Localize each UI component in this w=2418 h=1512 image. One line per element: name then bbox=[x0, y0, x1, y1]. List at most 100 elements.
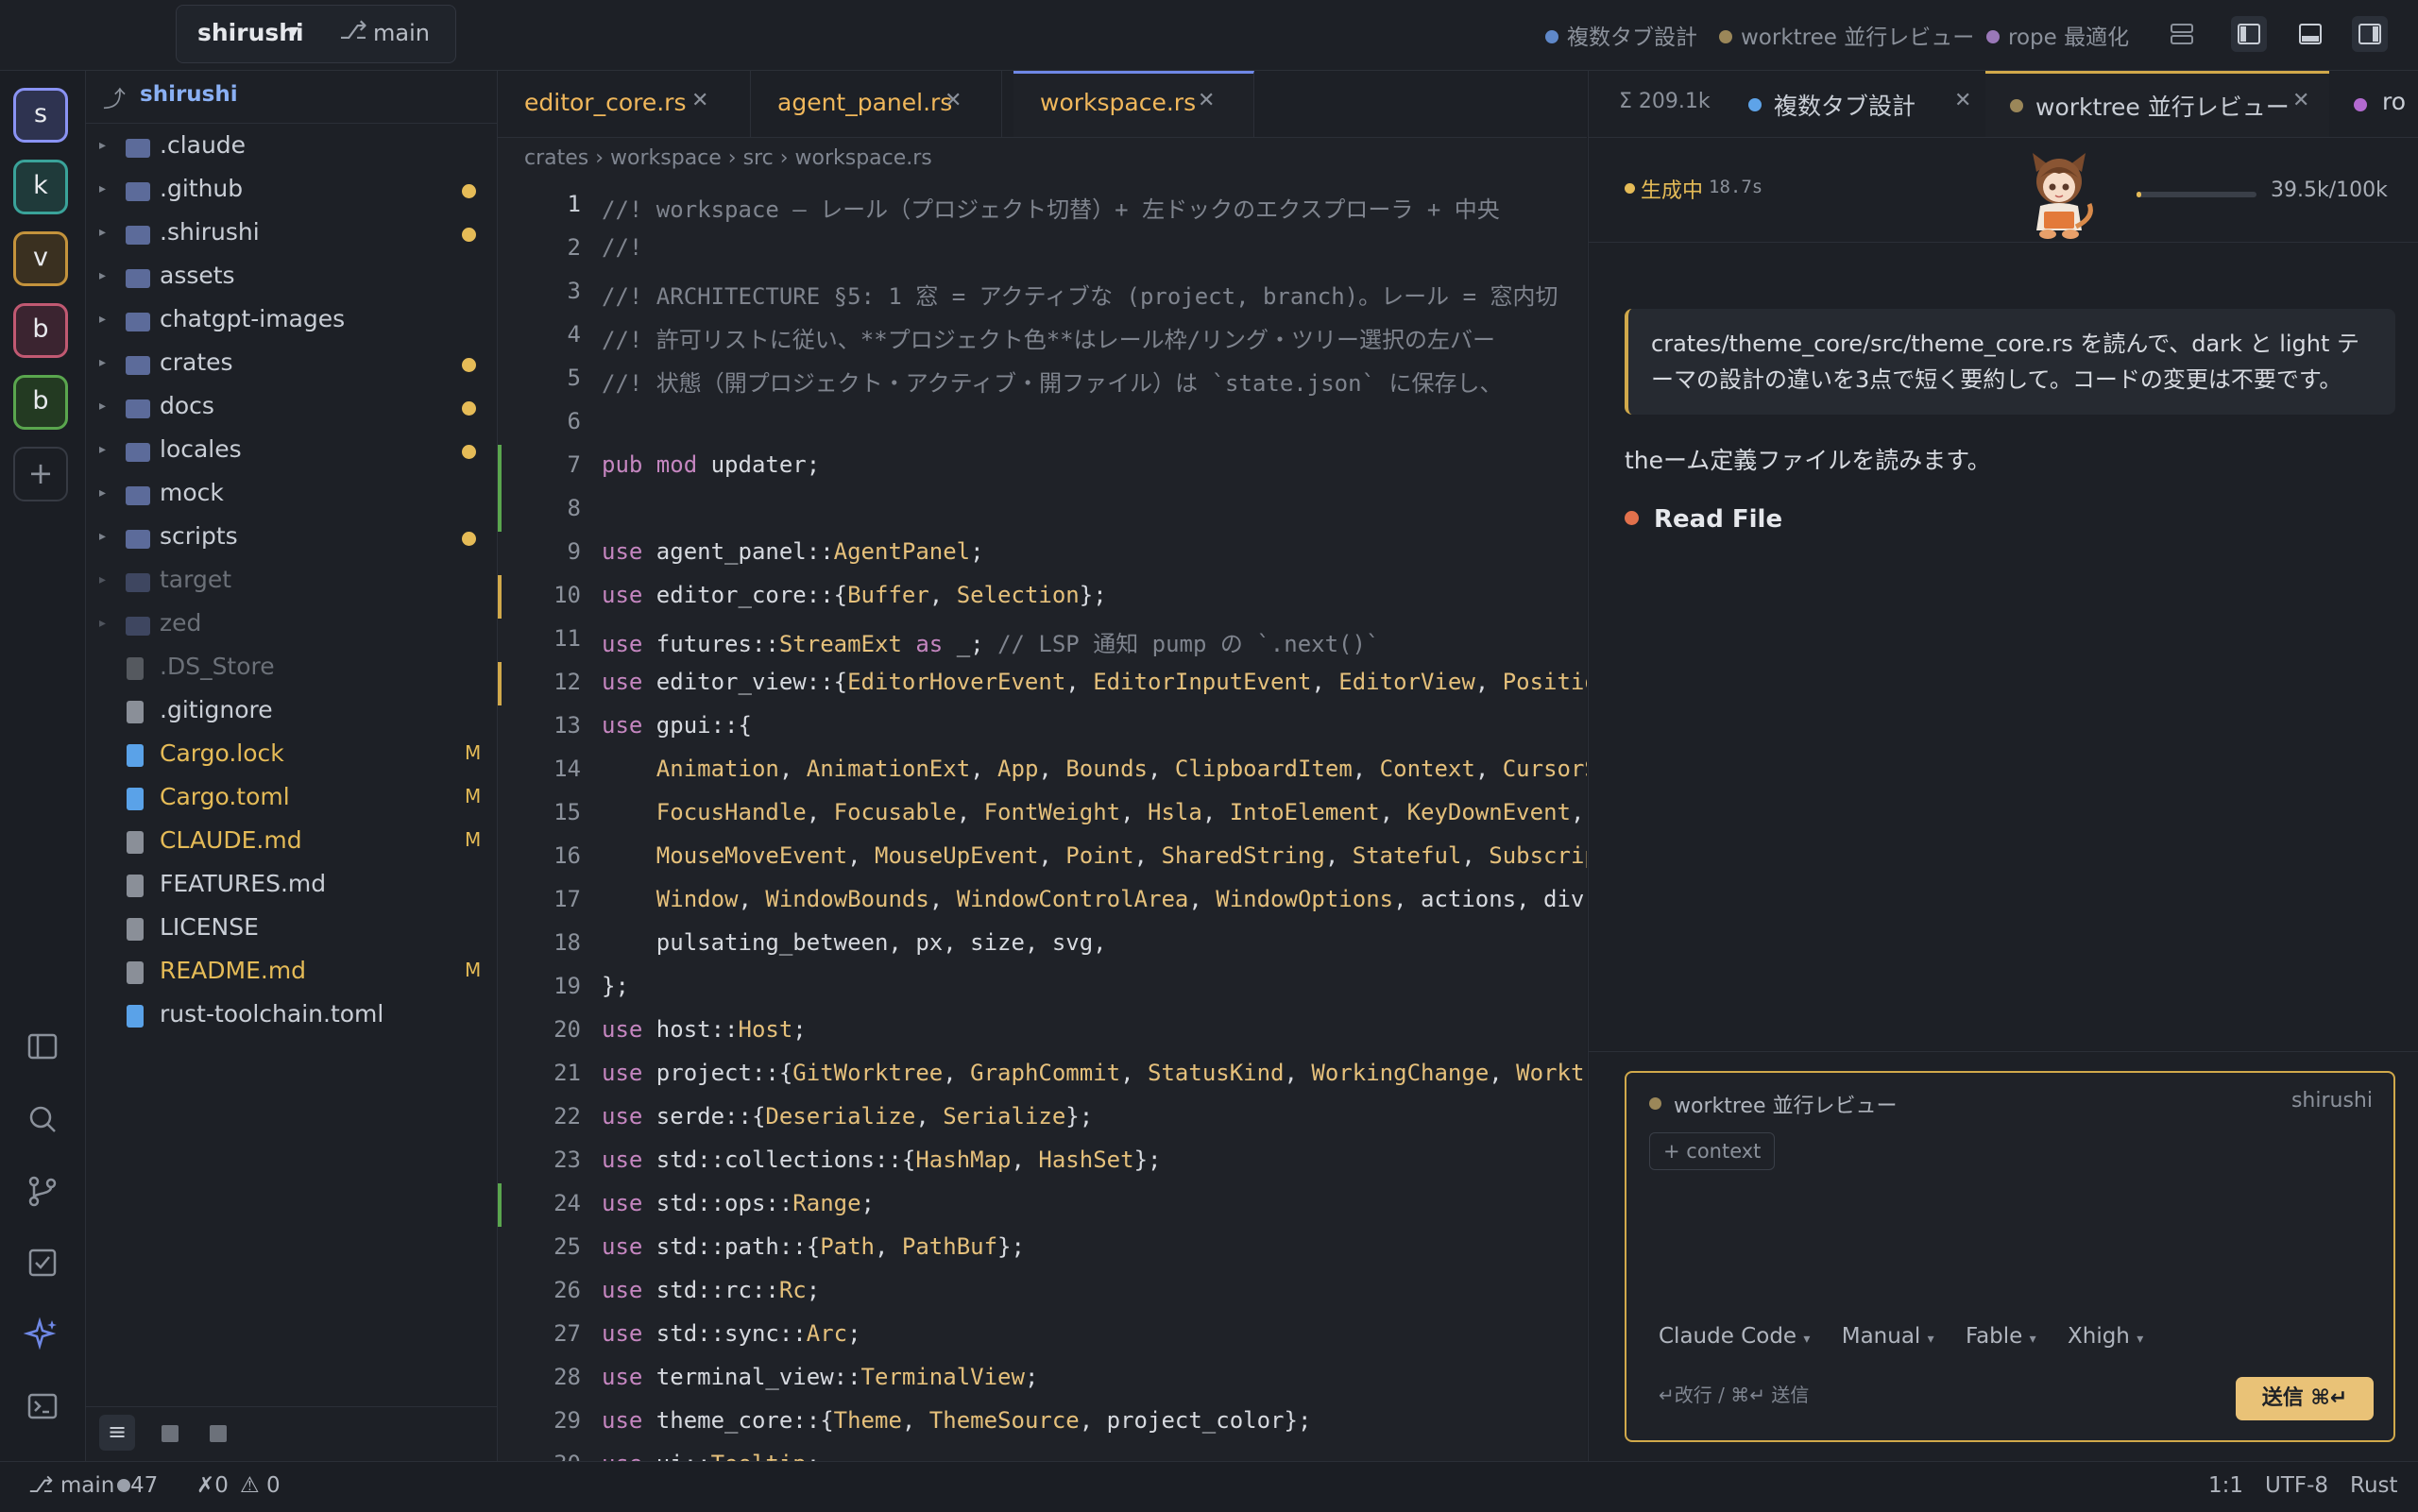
close-icon[interactable]: ✕ bbox=[945, 89, 962, 112]
tree-file[interactable]: .gitignore bbox=[86, 689, 497, 733]
search-icon[interactable] bbox=[24, 1100, 61, 1138]
code-line[interactable]: 18 pulsating_between, px, size, svg, bbox=[498, 923, 1587, 966]
code-line[interactable]: 13 use gpui::{ bbox=[498, 705, 1587, 749]
status-errors[interactable]: ✗0 bbox=[196, 1473, 229, 1498]
tree-file[interactable]: .DS_Store bbox=[86, 646, 497, 689]
chevron-right-icon[interactable]: ▸ bbox=[99, 225, 106, 240]
explorer-root-name[interactable]: shirushi bbox=[140, 82, 238, 107]
code-line[interactable]: 21 use project::{GitWorktree, GraphCommit… bbox=[498, 1053, 1587, 1096]
ai-sparkle-icon[interactable] bbox=[24, 1316, 61, 1353]
agent-tab-multitab[interactable]: 複数タブ設計 ✕ bbox=[1740, 71, 1985, 137]
chevron-down-icon[interactable]: ▾ bbox=[290, 21, 298, 41]
mode-selector[interactable]: Manual ▾ bbox=[1842, 1324, 1934, 1349]
code-line[interactable]: 6 bbox=[498, 401, 1587, 445]
session-chip[interactable]: worktree 並行レビュー bbox=[1719, 19, 1974, 51]
rail-project-b[interactable]: b bbox=[13, 303, 68, 358]
square-view-button[interactable] bbox=[162, 1425, 179, 1442]
project-name[interactable]: shirushi bbox=[197, 19, 304, 46]
code-line[interactable]: 23 use std::collections::{HashMap, HashSe… bbox=[498, 1140, 1587, 1183]
tree-folder[interactable]: ▸ scripts bbox=[86, 516, 497, 559]
prompt-input[interactable] bbox=[1649, 1179, 2373, 1330]
status-changes[interactable]: 47 bbox=[117, 1473, 158, 1498]
file-encoding[interactable]: UTF-8 bbox=[2265, 1473, 2328, 1498]
status-warnings[interactable]: ⚠ 0 bbox=[240, 1473, 281, 1498]
tree-file[interactable]: FEATURES.md bbox=[86, 863, 497, 907]
chevron-right-icon[interactable]: ▸ bbox=[99, 399, 106, 414]
tree-file[interactable]: rust-toolchain.toml bbox=[86, 994, 497, 1037]
tree-folder[interactable]: ▸ zed bbox=[86, 603, 497, 646]
cursor-position[interactable]: 1:1 bbox=[2208, 1473, 2243, 1498]
effort-selector[interactable]: Xhigh ▾ bbox=[2068, 1324, 2143, 1349]
code-line[interactable]: 26 use std::rc::Rc; bbox=[498, 1270, 1587, 1314]
chevron-right-icon[interactable]: ▸ bbox=[99, 616, 106, 631]
code-line[interactable]: 8 bbox=[498, 488, 1587, 532]
code-line[interactable]: 11 use futures::StreamExt as _; // LSP 通知… bbox=[498, 619, 1587, 662]
sidebar-toggle-icon[interactable] bbox=[24, 1028, 61, 1065]
rail-project-k[interactable]: k bbox=[13, 160, 68, 214]
branch-name[interactable]: main bbox=[373, 20, 430, 46]
chevron-right-icon[interactable]: ▸ bbox=[99, 312, 106, 327]
send-button[interactable]: 送信 ⌘↵ bbox=[2236, 1377, 2374, 1420]
agent-tab-rope[interactable]: ro bbox=[2329, 71, 2418, 137]
code-line[interactable]: 7 pub mod updater; bbox=[498, 445, 1587, 488]
git-branch-icon[interactable] bbox=[24, 1172, 61, 1210]
tree-folder[interactable]: ▸ assets bbox=[86, 255, 497, 298]
code-line[interactable]: 3 //! ARCHITECTURE §5: 1 窓 = アクティブな (proj… bbox=[498, 271, 1587, 314]
tree-folder[interactable]: ▸ chatgpt-images bbox=[86, 298, 497, 342]
language-mode[interactable]: Rust bbox=[2350, 1473, 2398, 1498]
tree-folder[interactable]: ▸ .shirushi bbox=[86, 212, 497, 255]
chevron-right-icon[interactable]: ▸ bbox=[99, 442, 106, 457]
tree-file[interactable]: README.md M bbox=[86, 950, 497, 994]
code-line[interactable]: 15 FocusHandle, Focusable, FontWeight, H… bbox=[498, 792, 1587, 836]
code-area[interactable]: 1 //! workspace — レール（プロジェクト切替）+ 左ドックのエクス… bbox=[498, 184, 1587, 1461]
code-line[interactable]: 29 use theme_core::{Theme, ThemeSource, p… bbox=[498, 1401, 1587, 1444]
square-view-button[interactable] bbox=[210, 1425, 227, 1442]
code-line[interactable]: 19}; bbox=[498, 966, 1587, 1010]
close-icon[interactable]: ✕ bbox=[1954, 89, 1971, 112]
toggle-bottom-dock-button[interactable] bbox=[2292, 16, 2328, 52]
rail-project-s[interactable]: s bbox=[13, 88, 68, 143]
tree-file[interactable]: CLAUDE.md M bbox=[86, 820, 497, 863]
split-layout-button[interactable] bbox=[2164, 16, 2200, 52]
code-line[interactable]: 28 use terminal_view::TerminalView; bbox=[498, 1357, 1587, 1401]
tree-folder[interactable]: ▸ target bbox=[86, 559, 497, 603]
terminal-icon[interactable] bbox=[24, 1387, 61, 1425]
chevron-right-icon[interactable]: ▸ bbox=[99, 268, 106, 283]
tab-editor-core[interactable]: editor_core.rs ✕ bbox=[498, 71, 751, 137]
session-chip[interactable]: 複数タブ設計 bbox=[1545, 19, 1697, 51]
rail-project-v[interactable]: v bbox=[13, 231, 68, 286]
code-line[interactable]: 16 MouseMoveEvent, MouseUpEvent, Point, … bbox=[498, 836, 1587, 879]
agent-selector[interactable]: Claude Code ▾ bbox=[1659, 1324, 1810, 1349]
code-line[interactable]: 24 use std::ops::Range; bbox=[498, 1183, 1587, 1227]
tab-agent-panel[interactable]: agent_panel.rs ✕ bbox=[751, 71, 1002, 137]
tree-file[interactable]: Cargo.toml M bbox=[86, 776, 497, 820]
code-line[interactable]: 12 use editor_view::{EditorHoverEvent, Ed… bbox=[498, 662, 1587, 705]
chevron-right-icon[interactable]: ▸ bbox=[99, 138, 106, 153]
message-composer[interactable]: worktree 並行レビュー shirushi + context Claud… bbox=[1625, 1071, 2395, 1442]
code-line[interactable]: 9 use agent_panel::AgentPanel; bbox=[498, 532, 1587, 575]
session-chip[interactable]: rope 最適化 bbox=[1986, 19, 2129, 51]
chevron-right-icon[interactable]: ▸ bbox=[99, 572, 106, 587]
code-line[interactable]: 5 //! 状態（開プロジェクト・アクティブ・開ファイル）は `state.jso… bbox=[498, 358, 1587, 401]
close-icon[interactable]: ✕ bbox=[1198, 89, 1215, 112]
add-context-button[interactable]: + context bbox=[1649, 1132, 1776, 1170]
code-line[interactable]: 25 use std::path::{Path, PathBuf}; bbox=[498, 1227, 1587, 1270]
code-line[interactable]: 4 //! 許可リストに従い、**プロジェクト色**はレール枠/リング・ツリー選択… bbox=[498, 314, 1587, 358]
tree-folder[interactable]: ▸ docs bbox=[86, 385, 497, 429]
rail-project-b[interactable]: b bbox=[13, 375, 68, 430]
code-line[interactable]: 27 use std::sync::Arc; bbox=[498, 1314, 1587, 1357]
chevron-right-icon[interactable]: ▸ bbox=[99, 181, 106, 196]
code-line[interactable]: 22 use serde::{Deserialize, Serialize}; bbox=[498, 1096, 1587, 1140]
code-line[interactable]: 17 Window, WindowBounds, WindowControlAr… bbox=[498, 879, 1587, 923]
tree-folder[interactable]: ▸ locales bbox=[86, 429, 497, 472]
code-line[interactable]: 30 use ui::Tooltip; bbox=[498, 1444, 1587, 1461]
tree-folder[interactable]: ▸ .github bbox=[86, 168, 497, 212]
model-selector[interactable]: Fable ▾ bbox=[1966, 1324, 2036, 1349]
agent-tab-worktree[interactable]: worktree 並行レビュー ✕ bbox=[1985, 71, 2329, 137]
close-icon[interactable]: ✕ bbox=[2292, 89, 2309, 112]
close-icon[interactable]: ✕ bbox=[691, 89, 708, 112]
breadcrumb[interactable]: crates › workspace › src › workspace.rs bbox=[524, 146, 932, 170]
tree-folder[interactable]: ▸ mock bbox=[86, 472, 497, 516]
add-project-button[interactable]: + bbox=[13, 447, 68, 501]
code-line[interactable]: 10 use editor_core::{Buffer, Selection}; bbox=[498, 575, 1587, 619]
